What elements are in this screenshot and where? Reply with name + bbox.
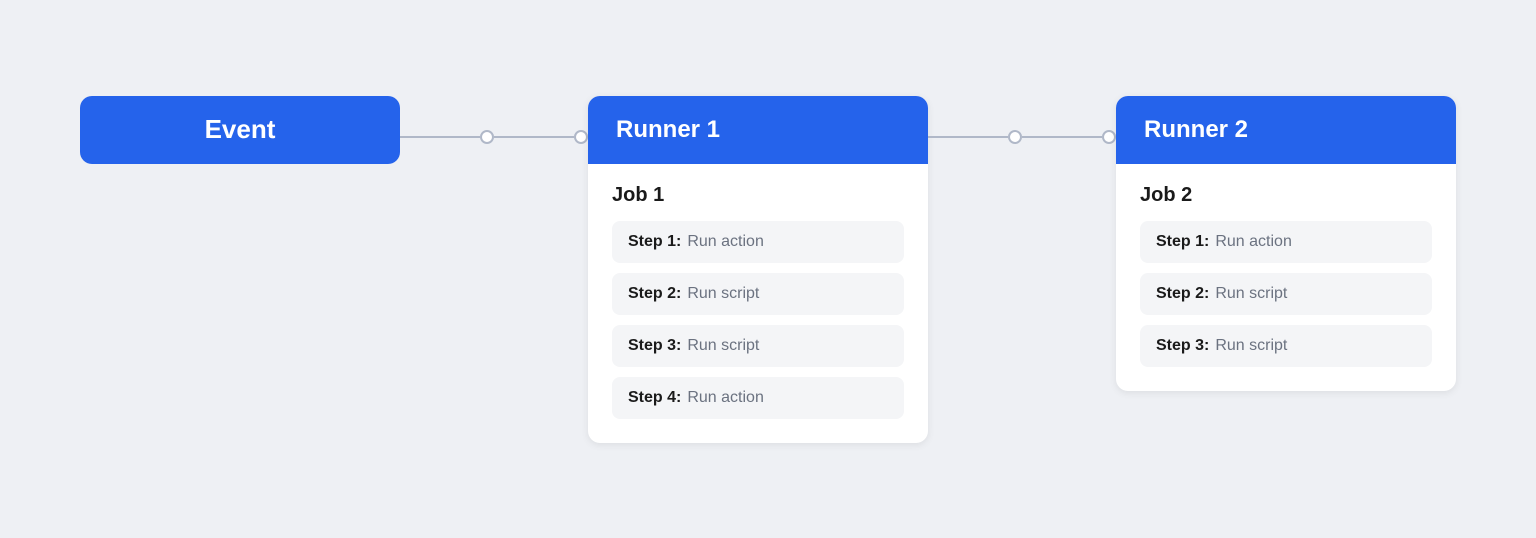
connector-1 xyxy=(400,130,588,144)
runner1-body: Job 1 Step 1: Run action Step 2: Run scr… xyxy=(588,164,928,443)
runner2-step2-label: Step 2: xyxy=(1156,285,1209,303)
runner2-step1-label: Step 1: xyxy=(1156,233,1209,251)
runner1-step1-label: Step 1: xyxy=(628,233,681,251)
runner1-node[interactable]: Runner 1 Job 1 Step 1: Run action Step 2… xyxy=(588,96,928,443)
event-label: Event xyxy=(205,114,276,145)
runner1-step-2[interactable]: Step 2: Run script xyxy=(612,273,904,315)
connector-dot-2b xyxy=(1102,130,1116,144)
connector-dot-1a xyxy=(480,130,494,144)
connector-dot-2a xyxy=(1008,130,1022,144)
runner2-step2-action: Run script xyxy=(1215,285,1287,303)
runner2-card: Runner 2 Job 2 Step 1: Run action Step 2… xyxy=(1116,96,1456,391)
runner1-step-1[interactable]: Step 1: Run action xyxy=(612,221,904,263)
runner1-step4-action: Run action xyxy=(687,389,764,407)
runner2-node[interactable]: Runner 2 Job 2 Step 1: Run action Step 2… xyxy=(1116,96,1456,391)
runner2-step-2[interactable]: Step 2: Run script xyxy=(1140,273,1432,315)
runner1-step1-action: Run action xyxy=(687,233,764,251)
runner2-step3-action: Run script xyxy=(1215,337,1287,355)
connector-line-1 xyxy=(400,136,480,138)
flow-diagram: Event Runner 1 Job 1 Step 1: Run action xyxy=(80,96,1456,443)
connector-line-1b xyxy=(494,136,574,138)
runner1-card: Runner 1 Job 1 Step 1: Run action Step 2… xyxy=(588,96,928,443)
connector-line-2b xyxy=(1022,136,1102,138)
runner2-step3-label: Step 3: xyxy=(1156,337,1209,355)
runner2-step-3[interactable]: Step 3: Run script xyxy=(1140,325,1432,367)
runner1-label: Runner 1 xyxy=(616,116,720,144)
runner1-step-3[interactable]: Step 3: Run script xyxy=(612,325,904,367)
canvas: Event Runner 1 Job 1 Step 1: Run action xyxy=(0,0,1536,538)
runner1-step-4[interactable]: Step 4: Run action xyxy=(612,377,904,419)
connector-dot-1b xyxy=(574,130,588,144)
runner1-step3-action: Run script xyxy=(687,337,759,355)
runner2-body: Job 2 Step 1: Run action Step 2: Run scr… xyxy=(1116,164,1456,391)
runner2-step-1[interactable]: Step 1: Run action xyxy=(1140,221,1432,263)
event-header: Event xyxy=(80,96,400,164)
runner1-job-title: Job 1 xyxy=(612,184,904,207)
runner1-step2-label: Step 2: xyxy=(628,285,681,303)
runner1-step4-label: Step 4: xyxy=(628,389,681,407)
event-node[interactable]: Event xyxy=(80,96,400,164)
runner2-step1-action: Run action xyxy=(1215,233,1292,251)
runner1-header: Runner 1 xyxy=(588,96,928,164)
connector-2 xyxy=(928,130,1116,144)
runner2-header: Runner 2 xyxy=(1116,96,1456,164)
runner1-step3-label: Step 3: xyxy=(628,337,681,355)
runner2-job-title: Job 2 xyxy=(1140,184,1432,207)
runner1-step2-action: Run script xyxy=(687,285,759,303)
runner2-label: Runner 2 xyxy=(1144,116,1248,144)
connector-line-2 xyxy=(928,136,1008,138)
